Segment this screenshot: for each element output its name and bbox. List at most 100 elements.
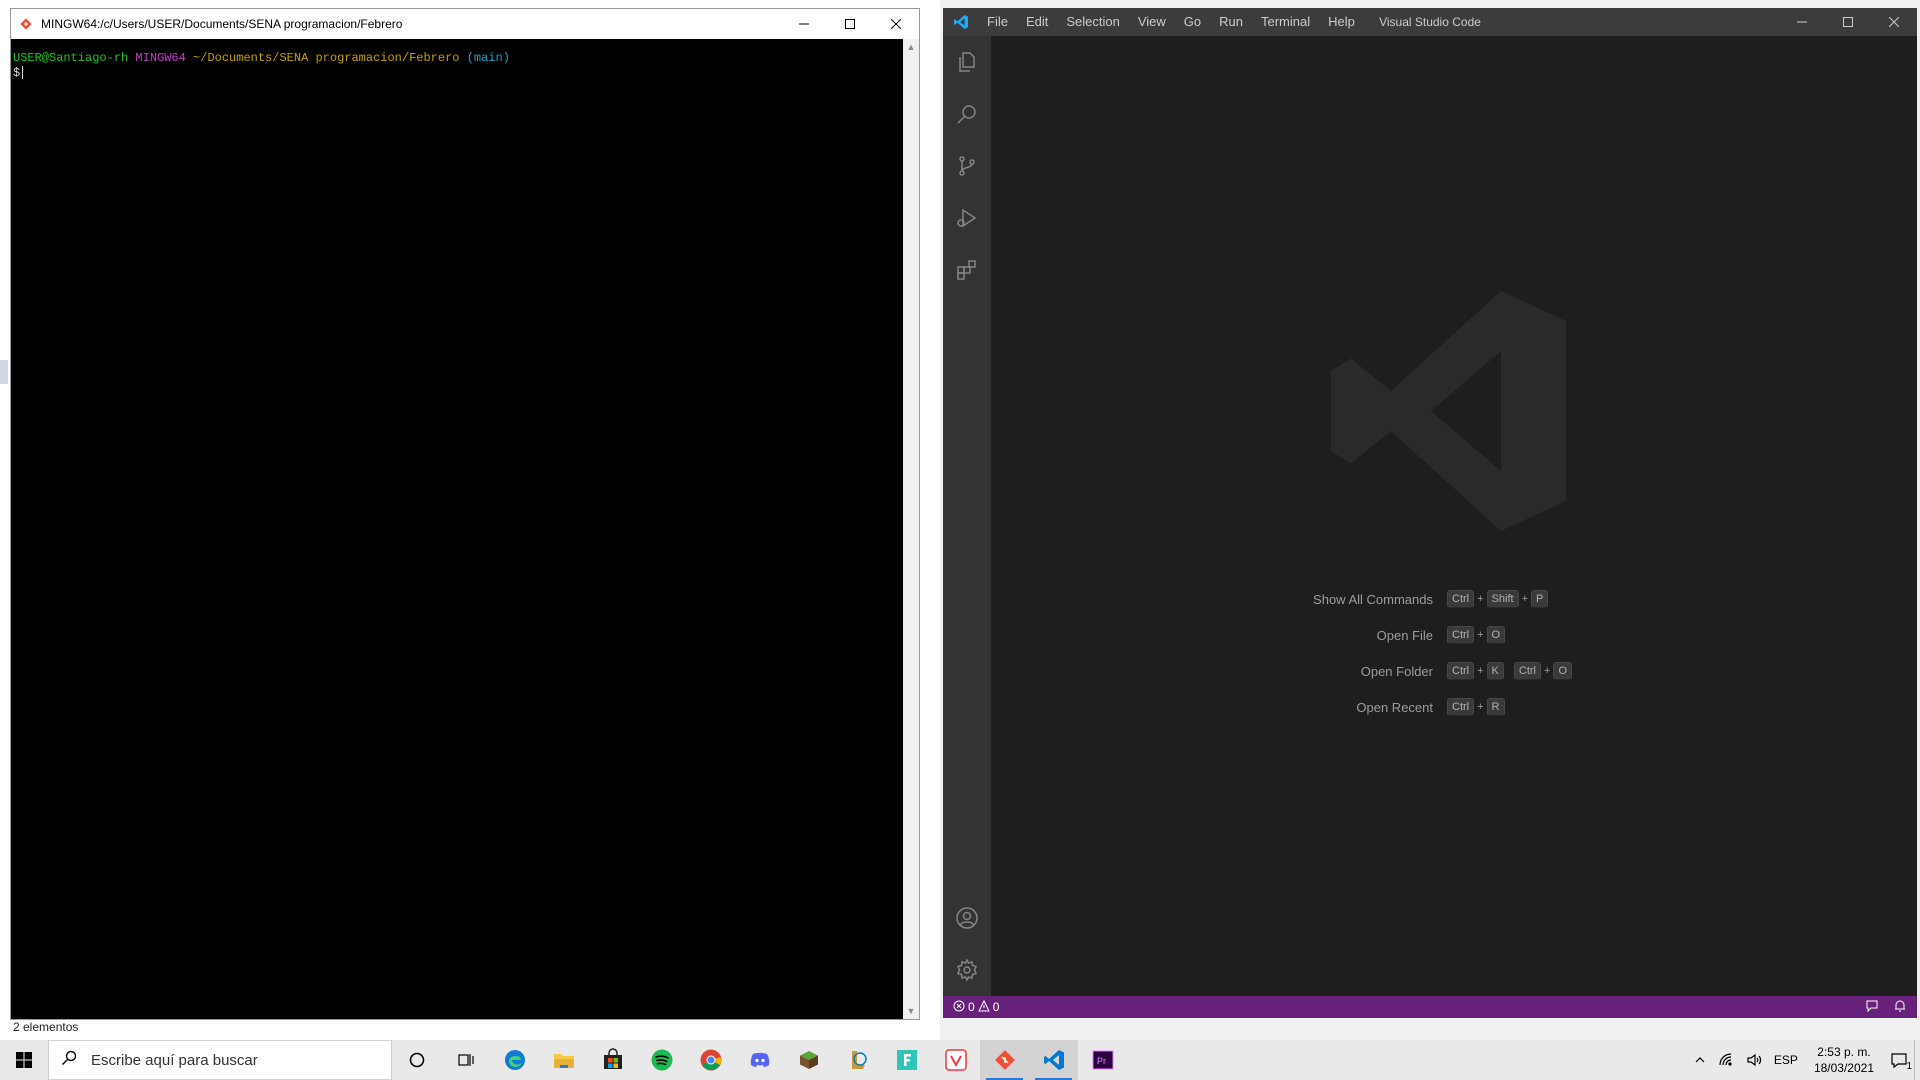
network-wifi-icon[interactable] [1712,1052,1740,1068]
bash-titlebar[interactable]: MINGW64:/c/Users/USER/Documents/SENA pro… [11,9,919,39]
task-view-icon[interactable] [441,1040,490,1080]
key-plus: + [1477,701,1484,713]
source-control-icon[interactable] [943,140,991,192]
shortcut-list: Show All Commands Ctrl + Shift + P Open File Ct… [991,581,1917,725]
shortcut-label[interactable]: Open File [991,628,1447,643]
taskbar-search-box[interactable]: Escribe aquí para buscar [48,1040,392,1080]
prompt-line: USER@Santiago-rh MINGW64 ~/Documents/SEN… [13,51,901,66]
shortcut-row: Open Recent Ctrl + R [991,689,1917,725]
menu-item-terminal[interactable]: Terminal [1252,8,1319,36]
git-bash-icon [11,17,41,31]
shortcut-label[interactable]: Open Folder [991,664,1447,679]
key-plus: + [1477,665,1484,677]
menu-item-file[interactable]: File [978,8,1017,36]
shortcut-label[interactable]: Open Recent [991,700,1447,715]
keybinding-key: K [1486,662,1504,680]
terminal-scrollbar[interactable]: ▲ ▼ [903,39,919,1019]
file-explorer-icon[interactable] [539,1040,588,1080]
shortcut-keys: Ctrl + O [1447,626,1506,644]
accounts-icon[interactable] [943,892,991,944]
league-of-legends-icon[interactable] [833,1040,882,1080]
minecraft-icon[interactable] [784,1040,833,1080]
clock[interactable]: 2:53 p. m. 18/03/2021 [1804,1044,1884,1076]
extensions-icon[interactable] [943,244,991,296]
explorer-icon[interactable] [943,36,991,88]
editor-area[interactable]: Show All Commands Ctrl + Shift + P Open File Ct… [991,36,1917,996]
cortana-icon[interactable] [392,1040,441,1080]
problems-indicator[interactable]: 0 0 [943,999,999,1015]
feedback-icon[interactable] [1865,999,1879,1016]
menu-item-edit[interactable]: Edit [1017,8,1057,36]
git-bash-taskbar-icon[interactable] [980,1040,1029,1080]
start-button[interactable] [0,1040,48,1080]
vscode-window[interactable]: File Edit Selection View Go Run Terminal Help V… [943,8,1917,1018]
minimize-button[interactable] [781,9,827,39]
key-plus: + [1521,593,1528,605]
chrome-icon[interactable] [686,1040,735,1080]
text-cursor [22,66,24,80]
prompt-user: USER@Santiago-rh [13,51,129,65]
vscode-close-button[interactable] [1871,8,1917,36]
bash-window-title: MINGW64:/c/Users/USER/Documents/SENA pro… [41,17,403,31]
error-icon [953,1000,965,1015]
maximize-button[interactable] [827,9,873,39]
shortcut-row: Open Folder Ctrl + K Ctrl + O [991,653,1917,689]
figma-style-app-icon[interactable] [882,1040,931,1080]
activity-bar [943,36,991,996]
shortcut-keys: Ctrl + R [1447,698,1505,716]
keybinding-key: Shift [1486,590,1519,608]
menu-item-selection[interactable]: Selection [1057,8,1128,36]
shortcut-keys: Ctrl + K Ctrl + O [1447,662,1572,680]
run-debug-icon[interactable] [943,192,991,244]
menu-item-run[interactable]: Run [1210,8,1252,36]
menu-item-help[interactable]: Help [1319,8,1364,36]
microsoft-store-icon[interactable] [588,1040,637,1080]
input-line[interactable]: $ [13,66,901,81]
notifications-bell-icon[interactable] [1893,999,1907,1016]
keybinding-key: O [1553,662,1572,680]
edge-browser-icon[interactable] [490,1040,539,1080]
shortcut-label[interactable]: Show All Commands [991,592,1447,607]
keybinding-key: Ctrl [1513,662,1541,680]
warning-icon [977,999,990,1015]
show-desktop-button[interactable] [1914,1040,1920,1080]
prompt-branch: (main) [466,51,510,65]
premiere-pro-icon[interactable]: Pr [1078,1040,1127,1080]
keybinding-key: Ctrl [1447,626,1475,644]
key-plus: + [1477,593,1484,605]
scroll-down-icon[interactable]: ▼ [903,1003,919,1019]
search-icon[interactable] [943,88,991,140]
key-plus: + [1544,665,1551,677]
show-hidden-icons-chevron-up-icon[interactable] [1688,1054,1712,1066]
vscode-taskbar-icon[interactable] [1029,1040,1078,1080]
shortcut-row: Open File Ctrl + O [991,617,1917,653]
discord-icon[interactable] [735,1040,784,1080]
settings-gear-icon[interactable] [943,944,991,996]
vscode-maximize-button[interactable] [1825,8,1871,36]
status-bar: 0 0 [943,996,1917,1018]
vscode-titlebar[interactable]: File Edit Selection View Go Run Terminal Help V… [943,8,1917,36]
keybinding-key: R [1486,698,1505,716]
vscode-minimize-button[interactable] [1779,8,1825,36]
menu-item-go[interactable]: Go [1175,8,1210,36]
system-tray: ESP 2:53 p. m. 18/03/2021 1 [1688,1040,1920,1080]
action-center-notification-icon[interactable]: 1 [1884,1051,1914,1072]
prompt-symbol: $ [13,66,21,80]
git-bash-window[interactable]: MINGW64:/c/Users/USER/Documents/SENA pro… [10,8,920,1020]
scroll-up-icon[interactable]: ▲ [903,39,919,55]
volume-speaker-icon[interactable] [1740,1052,1768,1068]
keybinding-key: P [1531,590,1549,608]
clock-time: 2:53 p. m. [1817,1045,1871,1059]
prompt-path: ~/Documents/SENA programacion/Febrero [193,51,460,65]
terminal-output[interactable]: USER@Santiago-rh MINGW64 ~/Documents/SEN… [11,39,903,1019]
key-plus: + [1477,629,1484,641]
menu-item-view[interactable]: View [1129,8,1175,36]
shortcut-keys: Ctrl + Shift + P [1447,590,1549,608]
keybinding-key: Ctrl [1447,590,1475,608]
keybinding-key: Ctrl [1447,662,1475,680]
spotify-icon[interactable] [637,1040,686,1080]
close-button[interactable] [873,9,919,39]
vscode-logo-icon [943,14,978,30]
input-language-indicator[interactable]: ESP [1768,1053,1804,1067]
vivaldi-icon[interactable] [931,1040,980,1080]
